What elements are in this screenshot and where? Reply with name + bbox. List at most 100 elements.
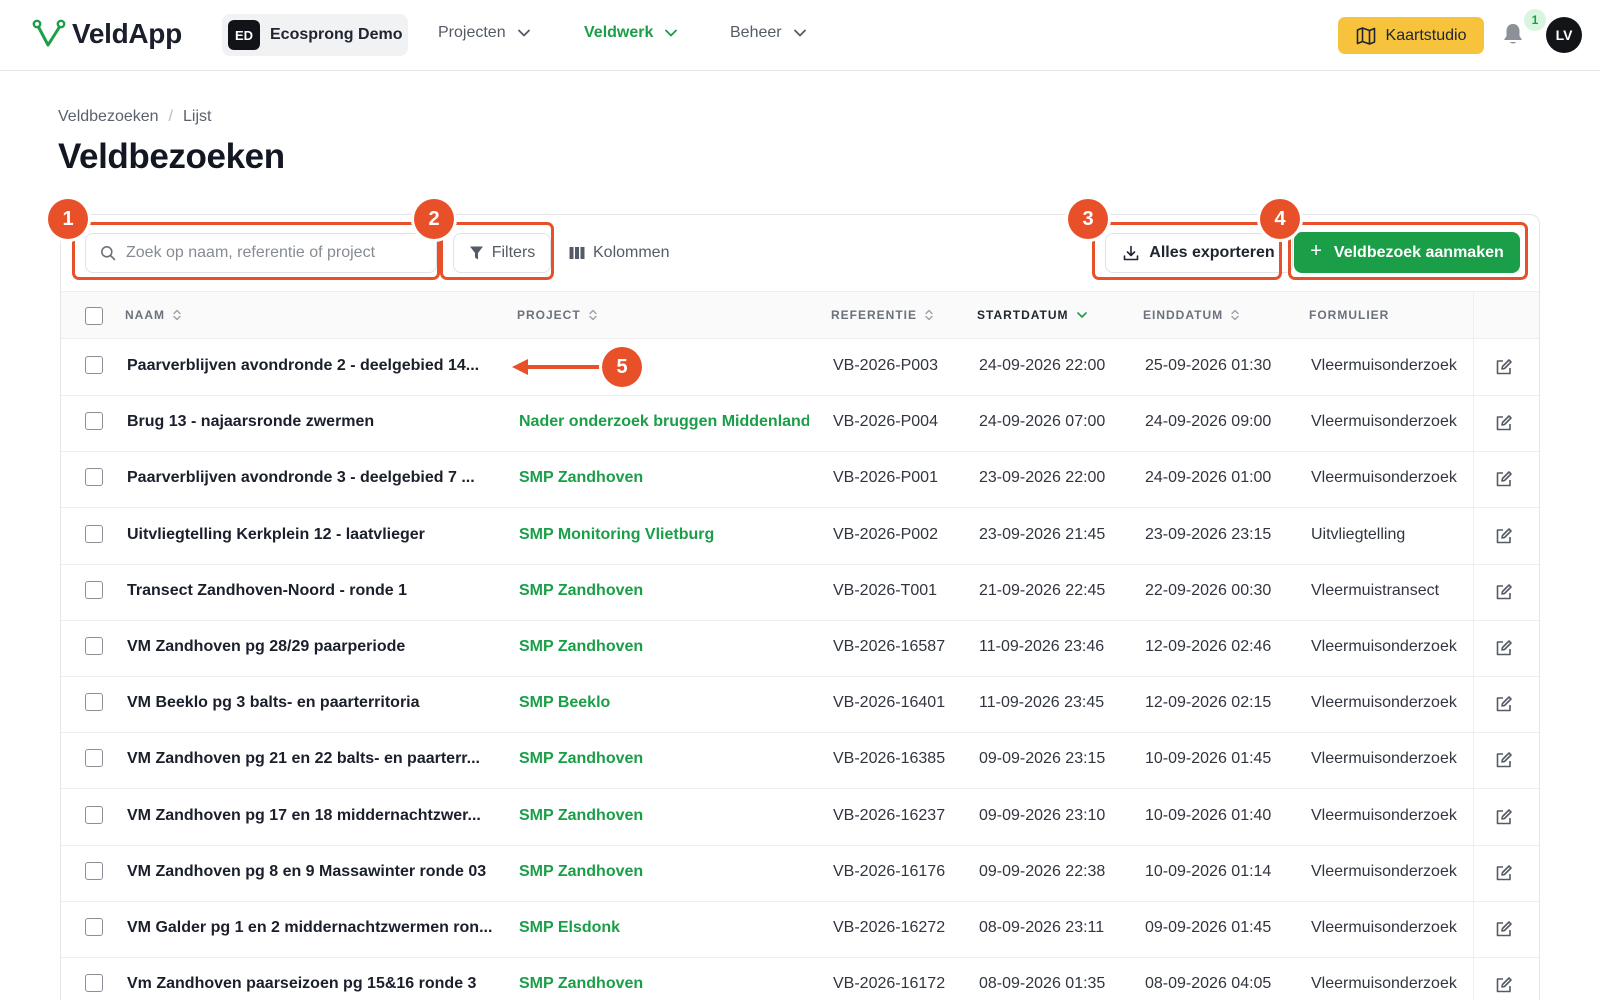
column-header-project[interactable]: PROJECT	[517, 308, 597, 322]
user-avatar[interactable]: LV	[1546, 17, 1582, 53]
organization-switcher[interactable]: ED Ecosprong Demo	[222, 14, 408, 56]
visit-name[interactable]: VM Beeklo pg 3 balts- en paarterritoria	[127, 694, 493, 712]
project-link[interactable]: Nader onderzoek bruggen Middenland	[519, 413, 809, 431]
start-date: 09-09-2026 22:38	[979, 862, 1106, 880]
edit-icon[interactable]	[1495, 808, 1513, 826]
table-row[interactable]: Uitvliegtelling Kerkplein 12 - laatvlieg…	[61, 509, 1539, 565]
nav-beheer[interactable]: Beheer	[730, 24, 806, 42]
column-header-name[interactable]: NAAM	[125, 308, 181, 322]
end-date: 24-09-2026 01:00	[1145, 469, 1272, 487]
breadcrumb-parent-link[interactable]: Veldbezoeken	[58, 108, 159, 126]
visit-name[interactable]: VM Zandhoven pg 17 en 18 middernachtzwer…	[127, 807, 493, 825]
row-checkbox[interactable]	[85, 861, 103, 880]
chevron-down-icon	[517, 29, 530, 37]
visit-name[interactable]: VM Galder pg 1 en 2 middernachtzwermen r…	[127, 919, 493, 937]
end-date: 22-09-2026 00:30	[1145, 581, 1272, 599]
start-date: 09-09-2026 23:15	[979, 750, 1106, 768]
table-row[interactable]: Paarverblijven avondronde 2 - deelgebied…	[61, 340, 1539, 396]
kaartstudio-button[interactable]: Kaartstudio	[1338, 17, 1484, 54]
row-checkbox[interactable]	[85, 918, 103, 936]
edit-icon[interactable]	[1495, 414, 1513, 432]
start-date: 08-09-2026 23:11	[979, 919, 1105, 936]
chevron-down-icon	[793, 29, 806, 37]
form-type: Vleermuisonderzoek	[1311, 469, 1457, 487]
columns-icon	[569, 247, 585, 259]
edit-icon[interactable]	[1495, 695, 1513, 713]
visit-name[interactable]: Paarverblijven avondronde 3 - deelgebied…	[127, 469, 493, 487]
visit-name[interactable]: Brug 13 - najaarsronde zwermen	[127, 413, 493, 431]
end-date: 10-09-2026 01:45	[1145, 750, 1272, 768]
table-row[interactable]: VM Zandhoven pg 8 en 9 Massawinter ronde…	[61, 846, 1539, 902]
table-row[interactable]: VM Zandhoven pg 17 en 18 middernachtzwer…	[61, 790, 1539, 846]
edit-icon[interactable]	[1495, 639, 1513, 657]
visit-name[interactable]: Transect Zandhoven-Noord - ronde 1	[127, 582, 493, 600]
row-checkbox[interactable]	[85, 693, 103, 712]
page-title: Veldbezoeken	[58, 137, 285, 176]
table-row[interactable]: VM Galder pg 1 en 2 middernachtzwermen r…	[61, 902, 1539, 958]
visit-name[interactable]: VM Zandhoven pg 8 en 9 Massawinter ronde…	[127, 863, 493, 881]
row-checkbox[interactable]	[85, 749, 103, 768]
visit-name[interactable]: Uitvliegtelling Kerkplein 12 - laatvlieg…	[127, 526, 493, 544]
end-date: 23-09-2026 23:15	[1145, 525, 1272, 543]
breadcrumb-current: Lijst	[182, 108, 212, 125]
edit-icon[interactable]	[1495, 470, 1513, 488]
app-logo[interactable]: VeldApp	[32, 18, 182, 50]
visit-name[interactable]: Vm Zandhoven paarseizoen pg 15&16 ronde …	[127, 975, 493, 993]
table-header: NAAM PROJECT REFERENTIE STARTDATUM EINDD…	[61, 291, 1539, 339]
visit-name[interactable]: VM Zandhoven pg 28/29 paarperiode	[127, 638, 493, 656]
table-row[interactable]: Vm Zandhoven paarseizoen pg 15&16 ronde …	[61, 958, 1539, 1000]
annotation-badge-2: 2	[414, 199, 454, 239]
form-type: Vleermuisonderzoek	[1311, 919, 1457, 936]
row-checkbox[interactable]	[85, 412, 103, 431]
project-link[interactable]: SMP Zandhoven	[519, 807, 809, 825]
table-row[interactable]: Brug 13 - najaarsronde zwermen Nader onde…	[61, 396, 1539, 453]
project-link[interactable]: SMP Zandhoven	[519, 638, 809, 656]
row-checkbox[interactable]	[85, 524, 103, 543]
nav-projecten[interactable]: Projecten	[438, 24, 530, 42]
org-initials-badge: ED	[228, 20, 260, 50]
annotation-badge-5: 5	[602, 347, 642, 387]
nav-veldwerk[interactable]: Veldwerk	[584, 24, 678, 42]
form-type: Vleermuisonderzoek	[1311, 694, 1457, 712]
edit-icon[interactable]	[1495, 583, 1513, 601]
table-row[interactable]: VM Zandhoven pg 28/29 paarperiode SMP Zan…	[61, 621, 1539, 677]
row-checkbox[interactable]	[85, 580, 103, 599]
edit-icon[interactable]	[1495, 920, 1513, 938]
edit-icon[interactable]	[1495, 864, 1513, 882]
row-checkbox[interactable]	[85, 637, 103, 655]
project-link[interactable]: SMP Beeklo	[519, 694, 809, 712]
column-header-end-date[interactable]: EINDDATUM	[1143, 308, 1239, 322]
nav-beheer-label: Beheer	[730, 24, 782, 41]
columns-label: Kolommen	[593, 244, 670, 261]
column-header-start-date[interactable]: STARTDATUM	[977, 308, 1087, 322]
column-header-reference[interactable]: REFERENTIE	[831, 308, 933, 322]
columns-button[interactable]: Kolommen	[569, 233, 669, 273]
table-row[interactable]: VM Zandhoven pg 21 en 22 balts- en paart…	[61, 733, 1539, 790]
row-checkbox[interactable]	[85, 974, 103, 993]
visit-name[interactable]: VM Zandhoven pg 21 en 22 balts- en paart…	[127, 750, 493, 768]
table-row[interactable]: Paarverblijven avondronde 3 - deelgebied…	[61, 452, 1539, 509]
project-link[interactable]: SMP Elsdonk	[519, 919, 809, 937]
edit-icon[interactable]	[1495, 751, 1513, 769]
select-all-checkbox[interactable]	[85, 307, 103, 325]
project-link[interactable]: SMP Zandhoven	[519, 469, 809, 487]
reference: VB-2026-P003	[833, 357, 938, 374]
edit-icon[interactable]	[1495, 358, 1513, 376]
edit-icon[interactable]	[1495, 976, 1513, 994]
reference: VB-2026-16385	[833, 750, 946, 768]
project-link[interactable]: SMP Zandhoven	[519, 582, 809, 600]
edit-icon[interactable]	[1495, 527, 1513, 545]
row-checkbox[interactable]	[85, 356, 103, 374]
visit-name[interactable]: Paarverblijven avondronde 2 - deelgebied…	[127, 357, 493, 375]
row-checkbox[interactable]	[85, 468, 103, 487]
map-icon	[1356, 26, 1375, 45]
reference: VB-2026-16176	[833, 862, 946, 880]
project-link[interactable]: SMP Zandhoven	[519, 750, 809, 768]
notifications-button[interactable]	[1502, 22, 1524, 51]
project-link[interactable]: SMP Zandhoven	[519, 975, 809, 993]
table-row[interactable]: VM Beeklo pg 3 balts- en paarterritoria S…	[61, 677, 1539, 734]
project-link[interactable]: SMP Monitoring Vlietburg	[519, 526, 809, 544]
project-link[interactable]: SMP Zandhoven	[519, 863, 809, 881]
table-row[interactable]: Transect Zandhoven-Noord - ronde 1 SMP Za…	[61, 565, 1539, 621]
row-checkbox[interactable]	[85, 805, 103, 824]
